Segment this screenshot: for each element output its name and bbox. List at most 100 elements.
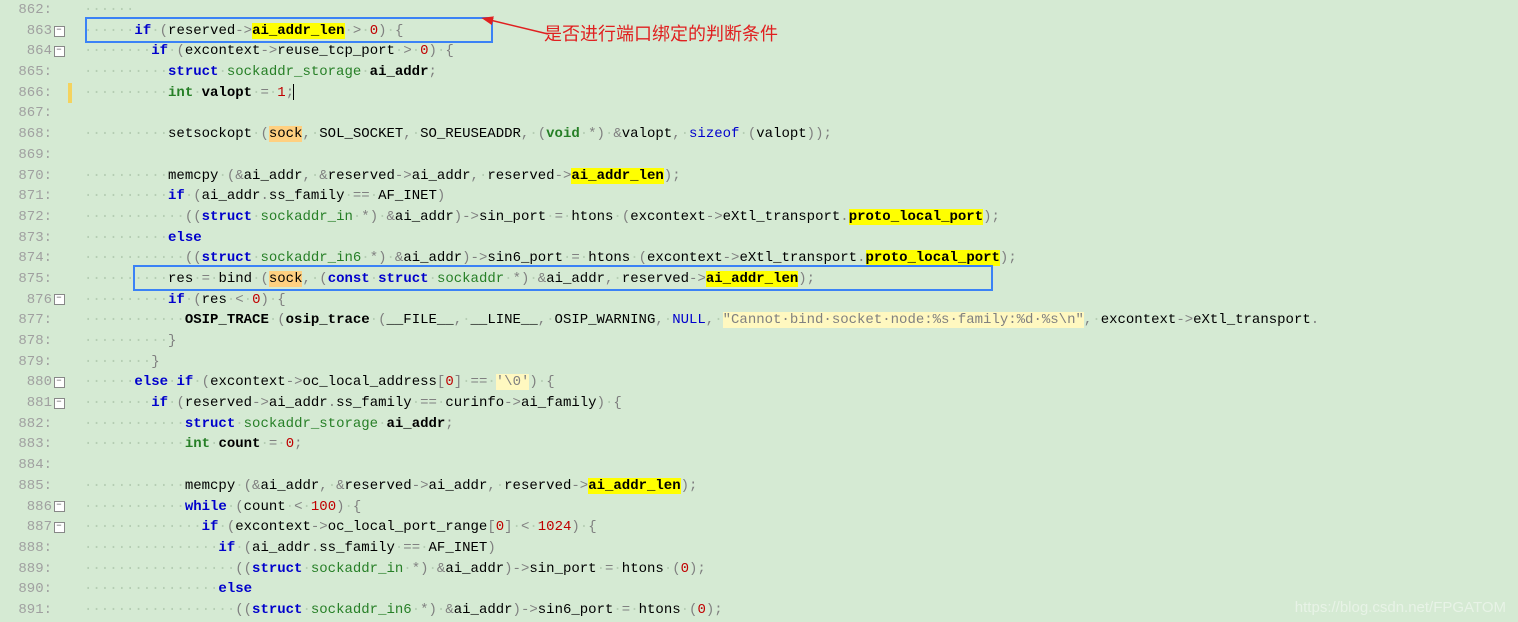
code-line: 870: ··········memcpy·(&ai_addr,·&reserve… xyxy=(0,166,1518,187)
code-content[interactable]: ··········if·(res·<·0)·{ xyxy=(82,290,1518,311)
change-marker-gutter xyxy=(66,600,82,621)
code-line: 869: xyxy=(0,145,1518,166)
line-number: 877: xyxy=(0,310,52,331)
code-content[interactable]: ··········if·(ai_addr.ss_family·==·AF_IN… xyxy=(82,186,1518,207)
code-content[interactable]: ············((struct·sockaddr_in6·*)·&ai… xyxy=(82,248,1518,269)
line-number: 880 xyxy=(0,372,52,393)
code-content[interactable]: ······else·if·(excontext->oc_local_addre… xyxy=(82,372,1518,393)
fold-toggle-icon[interactable]: − xyxy=(54,398,65,409)
fold-gutter[interactable]: − xyxy=(52,393,66,414)
change-marker-gutter xyxy=(66,497,82,518)
line-number: 862: xyxy=(0,0,52,21)
change-marker-gutter xyxy=(66,145,82,166)
fold-gutter xyxy=(52,103,66,124)
fold-gutter xyxy=(52,476,66,497)
code-content[interactable]: ··········} xyxy=(82,331,1518,352)
code-content[interactable]: ··········setsockopt·(sock,·SOL_SOCKET,·… xyxy=(82,124,1518,145)
code-line: 890: ················else xyxy=(0,579,1518,600)
change-marker-gutter xyxy=(66,517,82,538)
change-marker-gutter xyxy=(66,41,82,62)
fold-gutter[interactable]: − xyxy=(52,517,66,538)
fold-toggle-icon[interactable]: − xyxy=(54,377,65,388)
change-marker-gutter xyxy=(66,186,82,207)
code-content[interactable]: ········if·(excontext->reuse_tcp_port·>·… xyxy=(82,41,1518,62)
fold-gutter xyxy=(52,124,66,145)
line-number: 867: xyxy=(0,103,52,124)
fold-gutter xyxy=(52,228,66,249)
fold-gutter xyxy=(52,455,66,476)
code-content[interactable]: ········if·(reserved->ai_addr.ss_family·… xyxy=(82,393,1518,414)
change-marker-gutter xyxy=(66,579,82,600)
fold-gutter xyxy=(52,310,66,331)
fold-toggle-icon[interactable]: − xyxy=(54,46,65,57)
line-number: 879: xyxy=(0,352,52,373)
code-content[interactable]: ······if·(reserved->ai_addr_len·>·0)·{ xyxy=(82,21,1518,42)
code-content[interactable]: ················if·(ai_addr.ss_family·==… xyxy=(82,538,1518,559)
fold-gutter[interactable]: − xyxy=(52,41,66,62)
code-line: 884: xyxy=(0,455,1518,476)
code-content[interactable]: ··········int·valopt·=·1; xyxy=(82,83,1518,104)
fold-gutter xyxy=(52,0,66,21)
code-content[interactable]: ············OSIP_TRACE·(osip_trace·(__FI… xyxy=(82,310,1518,331)
line-number: 876 xyxy=(0,290,52,311)
code-line: 881−········if·(reserved->ai_addr.ss_fam… xyxy=(0,393,1518,414)
fold-toggle-icon[interactable]: − xyxy=(54,26,65,37)
line-number: 868: xyxy=(0,124,52,145)
fold-gutter[interactable]: − xyxy=(52,372,66,393)
change-marker-gutter xyxy=(66,331,82,352)
line-number: 884: xyxy=(0,455,52,476)
code-line: 886− ············while·(count·<·100)·{ xyxy=(0,497,1518,518)
fold-toggle-icon[interactable]: − xyxy=(54,294,65,305)
change-marker-gutter xyxy=(66,207,82,228)
code-content[interactable] xyxy=(82,455,1518,476)
code-line: 865:··········struct·sockaddr_storage·ai… xyxy=(0,62,1518,83)
code-content[interactable]: ··········else xyxy=(82,228,1518,249)
fold-gutter[interactable]: − xyxy=(52,497,66,518)
code-content[interactable]: ··········memcpy·(&ai_addr,·&reserved->a… xyxy=(82,166,1518,187)
code-line: 887−··············if·(excontext->oc_loca… xyxy=(0,517,1518,538)
line-number: 883: xyxy=(0,434,52,455)
code-content[interactable]: ············int·count·=·0; xyxy=(82,434,1518,455)
code-content[interactable]: ············memcpy·(&ai_addr,·&reserved-… xyxy=(82,476,1518,497)
fold-gutter[interactable]: − xyxy=(52,290,66,311)
code-editor: 862:······863−······if·(reserved->ai_add… xyxy=(0,0,1518,621)
code-content[interactable] xyxy=(82,103,1518,124)
code-content[interactable]: ················else xyxy=(82,579,1518,600)
fold-gutter[interactable]: − xyxy=(52,21,66,42)
code-content[interactable]: ··········res·=·bind·(sock,·(const·struc… xyxy=(82,269,1518,290)
code-content[interactable]: ············((struct·sockaddr_in·*)·&ai_… xyxy=(82,207,1518,228)
change-marker-gutter xyxy=(66,352,82,373)
code-line: 876− ··········if·(res·<·0)·{ xyxy=(0,290,1518,311)
code-content[interactable]: ··················((struct·sockaddr_in·*… xyxy=(82,559,1518,580)
fold-gutter xyxy=(52,538,66,559)
fold-gutter xyxy=(52,166,66,187)
code-line: 874:············((struct·sockaddr_in6·*)… xyxy=(0,248,1518,269)
line-number: 873: xyxy=(0,228,52,249)
change-marker-gutter xyxy=(66,248,82,269)
line-number: 869: xyxy=(0,145,52,166)
code-content[interactable] xyxy=(82,145,1518,166)
code-content[interactable]: ············struct·sockaddr_storage·ai_a… xyxy=(82,414,1518,435)
code-line: 868: ··········setsockopt·(sock,·SOL_SOCK… xyxy=(0,124,1518,145)
change-marker-gutter xyxy=(66,414,82,435)
line-number: 870: xyxy=(0,166,52,187)
change-marker-gutter xyxy=(66,166,82,187)
fold-gutter xyxy=(52,579,66,600)
line-number: 891: xyxy=(0,600,52,621)
code-content[interactable]: ············while·(count·<·100)·{ xyxy=(82,497,1518,518)
code-content[interactable]: ······ xyxy=(82,0,1518,21)
code-content[interactable]: ··············if·(excontext->oc_local_po… xyxy=(82,517,1518,538)
line-number: 889: xyxy=(0,559,52,580)
code-content[interactable]: ··················((struct·sockaddr_in6·… xyxy=(82,600,1518,621)
code-line: 872:············((struct·sockaddr_in·*)·… xyxy=(0,207,1518,228)
code-content[interactable]: ········} xyxy=(82,352,1518,373)
fold-toggle-icon[interactable]: − xyxy=(54,522,65,533)
code-content[interactable]: ··········struct·sockaddr_storage·ai_add… xyxy=(82,62,1518,83)
change-marker-gutter xyxy=(66,21,82,42)
fold-toggle-icon[interactable]: − xyxy=(54,501,65,512)
fold-gutter xyxy=(52,145,66,166)
change-indicator xyxy=(68,83,72,104)
code-line: 888:················if·(ai_addr.ss_famil… xyxy=(0,538,1518,559)
line-number: 886 xyxy=(0,497,52,518)
line-number: 890: xyxy=(0,579,52,600)
